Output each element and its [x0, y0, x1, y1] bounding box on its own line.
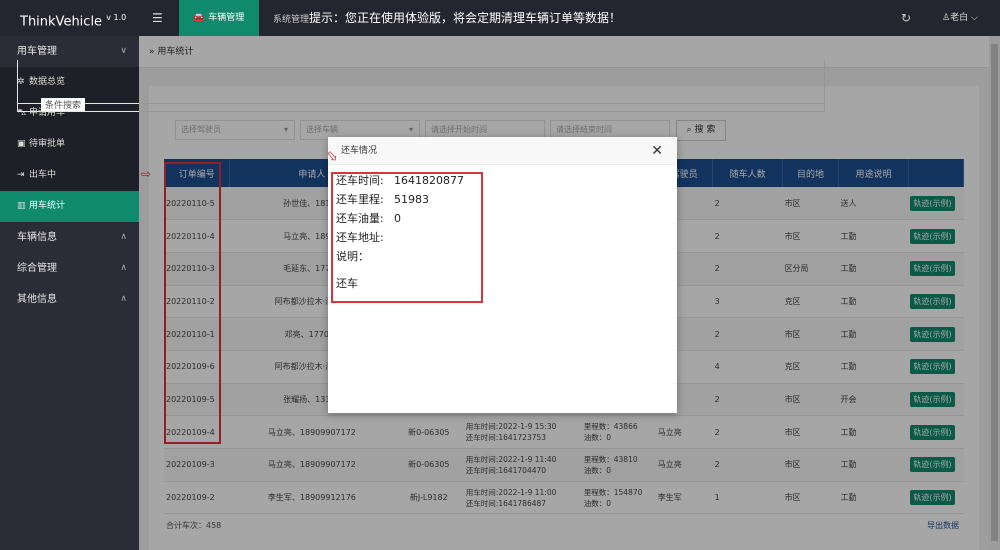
document-icon: ▣ [17, 139, 26, 149]
sidebar-item-label: 出车中 [29, 170, 57, 180]
app-version: v 1.0 [106, 13, 127, 22]
sidebar-item-label: 用车统计 [29, 201, 66, 211]
search-legend: 条件搜索 [41, 98, 86, 111]
sidebar-group-vehicle-info[interactable]: 车辆信息 ∧ [0, 222, 139, 253]
system-notice: 系统管理提示：您正在使用体验版，将会定期清理车辆订单等数据！ [273, 0, 621, 38]
sidebar-item-statistics[interactable]: ▥ 用车统计 [0, 191, 139, 222]
chart-icon: ▥ [17, 201, 26, 211]
modal-header: 还车情况 ✕ [328, 137, 677, 165]
refresh-icon[interactable]: ↻ [901, 0, 911, 36]
app-name: ThinkVehicle [20, 14, 103, 30]
annotation-box-modal-info [331, 172, 483, 303]
sidebar-group-label: 车辆信息 [17, 232, 57, 243]
user-name: 老白 [950, 13, 969, 23]
user-icon: ♙ [942, 13, 951, 23]
top-header: ThinkVehicle v 1.0 ☰ 🚘 车辆管理 系统管理提示：您正在使用体… [0, 0, 1000, 36]
sidebar-item-pending[interactable]: ▣ 待审批单 [0, 129, 139, 160]
car-icon: 🚘 [193, 13, 205, 23]
sidebar-group-other[interactable]: 其他信息 ∧ [0, 284, 139, 315]
exit-icon: ⇥ [17, 170, 25, 180]
sidebar-group-label: 综合管理 [17, 263, 57, 274]
notice-prefix[interactable]: 系统管理 [273, 15, 309, 25]
sidebar-item-label: 待审批单 [29, 139, 66, 149]
tab-vehicle-management[interactable]: 🚘 车辆管理 [179, 0, 259, 36]
chevron-up-icon: ∧ [120, 294, 127, 304]
sidebar-group-general[interactable]: 综合管理 ∧ [0, 253, 139, 284]
sidebar: 用车管理 ∨ ✲ 数据总览 ⛍ 申请用车 ▣ 待审批单 ⇥ 出车中 ▥ 用车统计 车辆信息 ∧… [0, 36, 139, 550]
hamburger-icon[interactable]: ☰ [152, 0, 163, 36]
modal-title: 还车情况 [341, 146, 378, 156]
tab-label: 车辆管理 [208, 13, 245, 23]
app-logo[interactable]: ThinkVehicle v 1.0 [0, 0, 139, 36]
notice-text: 提示：您正在使用体验版，将会定期清理车辆订单等数据！ [309, 11, 622, 25]
close-icon[interactable]: ✕ [651, 137, 663, 165]
chevron-up-icon: ∧ [120, 263, 127, 273]
chevron-up-icon: ∧ [120, 232, 127, 242]
sidebar-item-out[interactable]: ⇥ 出车中 [0, 160, 139, 191]
sidebar-group-label: 用车管理 [17, 46, 57, 57]
sidebar-group-label: 其他信息 [17, 294, 57, 305]
user-menu[interactable]: ♙老白 ⌵ [942, 0, 978, 36]
chevron-down-icon: ⌵ [970, 13, 978, 23]
